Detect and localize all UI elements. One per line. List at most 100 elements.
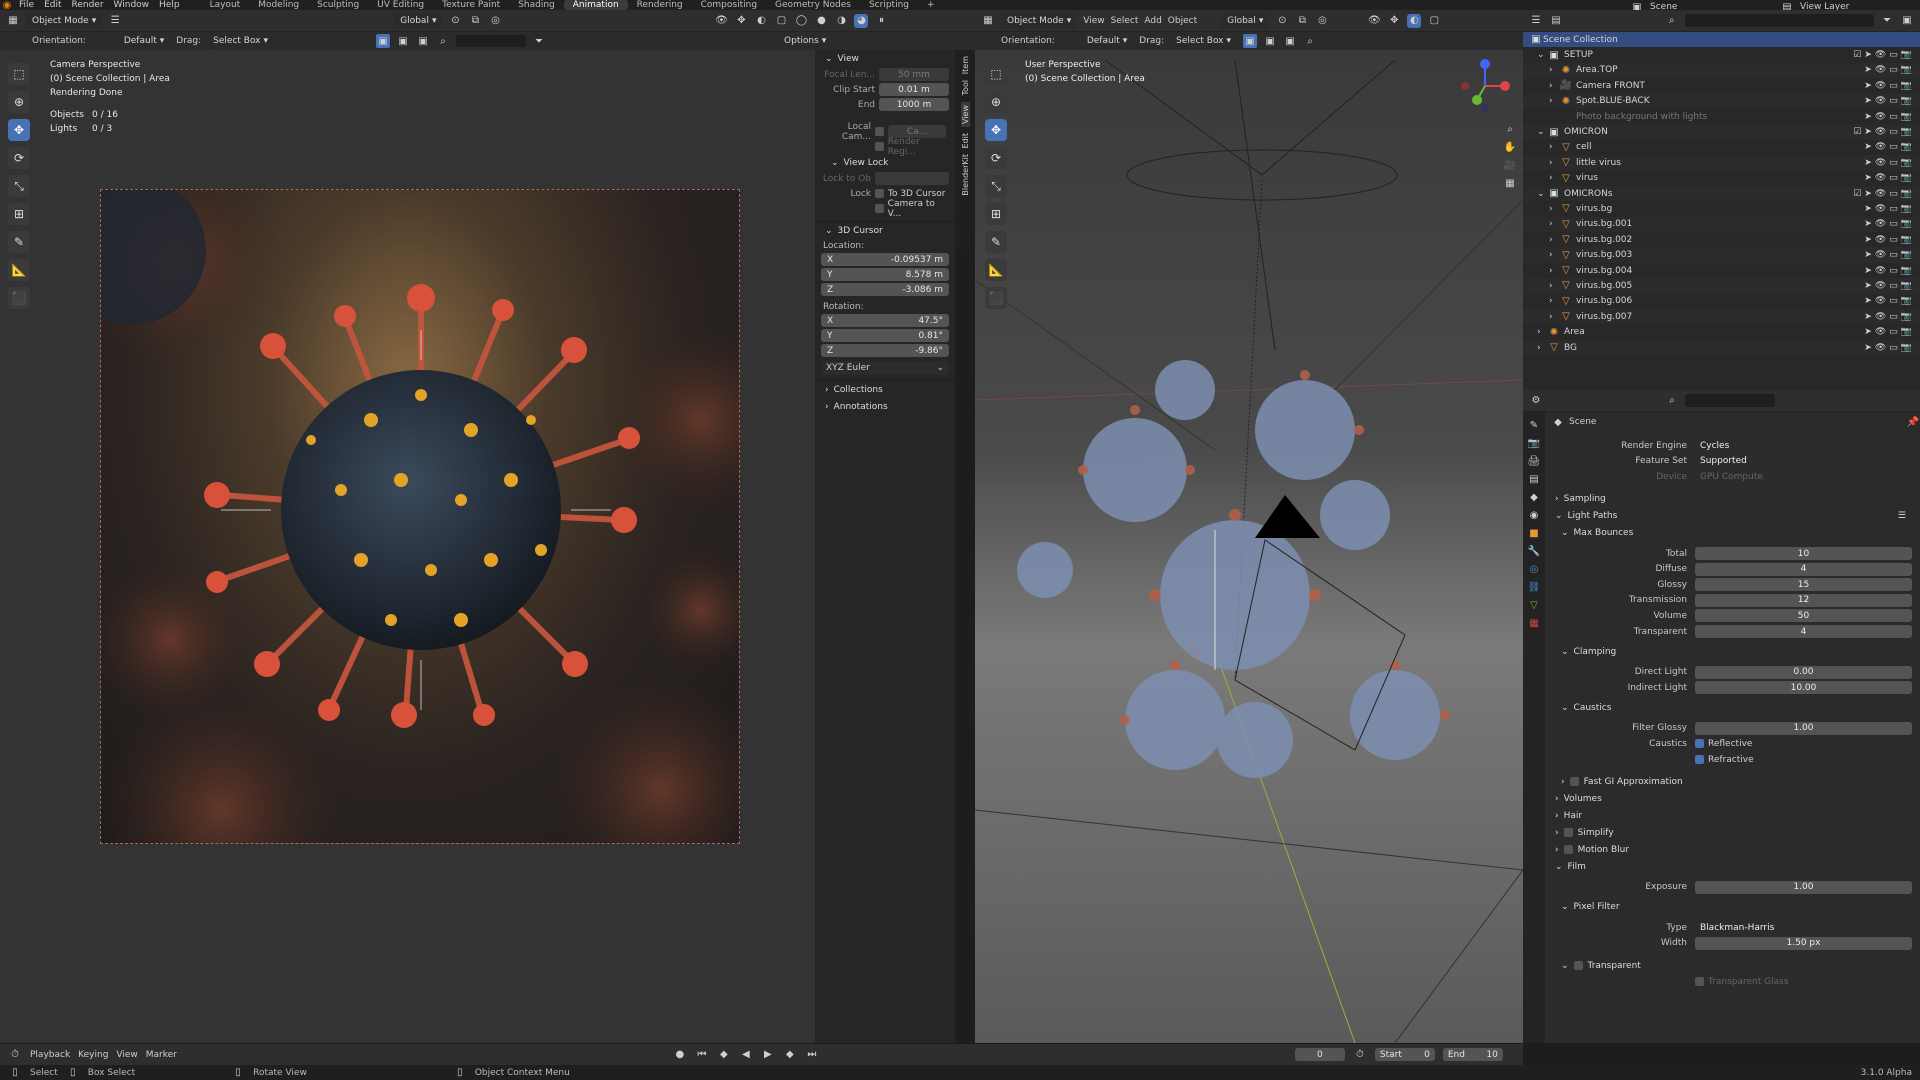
select-arrow-icon[interactable]: ➤ xyxy=(1864,219,1872,229)
cursor-tool-icon[interactable]: ⊕ xyxy=(8,91,30,113)
camera-render-icon[interactable]: 📷 xyxy=(1901,158,1912,168)
overlay-icon[interactable]: ◐ xyxy=(1407,13,1422,28)
right-mode-dropdown[interactable]: Object Mode ▾ xyxy=(1001,12,1078,29)
monitor-icon[interactable]: ▭ xyxy=(1889,127,1898,137)
cursor-rotation-z[interactable]: Z -9.86° xyxy=(821,344,949,357)
zoom-icon[interactable]: ⌕ xyxy=(1503,122,1517,136)
select-arrow-icon[interactable]: ➤ xyxy=(1864,327,1872,337)
left-drag-dropdown[interactable]: Select Box ▾ xyxy=(207,33,275,49)
eye-icon[interactable]: 👁 xyxy=(1875,250,1886,260)
proportional-edit-icon[interactable]: ◎ xyxy=(488,14,502,28)
view-lock-header[interactable]: ⌄ View Lock xyxy=(815,154,955,171)
outliner-row[interactable]: ⌄ ▣ OMICRON ☑ ➤ 👁 ▭ 📷 xyxy=(1523,124,1920,140)
outliner-row[interactable]: Photo background with lights ☑➤👁▭📷 xyxy=(1523,109,1920,124)
eye-icon[interactable]: 👁 xyxy=(1875,50,1886,60)
select-subtract-icon[interactable]: ▣ xyxy=(416,34,430,48)
camera-render-icon[interactable]: 📷 xyxy=(1901,204,1912,214)
menu-render[interactable]: Render xyxy=(67,0,109,10)
camera-render-icon[interactable]: 📷 xyxy=(1901,219,1912,229)
select-arrow-icon[interactable]: ➤ xyxy=(1864,296,1872,306)
cursor-location-z[interactable]: Z -3.086 m xyxy=(821,283,949,296)
menu-add[interactable]: Add xyxy=(1144,16,1161,26)
camera-render-icon[interactable]: 📷 xyxy=(1901,189,1912,199)
sampling-panel[interactable]: › Sampling xyxy=(1545,491,1920,508)
monitor-icon[interactable]: ▭ xyxy=(1889,235,1898,245)
add-workspace-icon[interactable]: + xyxy=(918,0,944,10)
indirect-light-field[interactable]: 10.00 xyxy=(1695,681,1912,695)
left-mode-dropdown[interactable]: Object Mode ▾ xyxy=(26,12,103,29)
end-frame-field[interactable]: End 10 xyxy=(1442,1048,1503,1061)
outliner-row[interactable]: ⌄ ▣ SETUP ☑ ➤ 👁 ▭ 📷 xyxy=(1523,47,1920,62)
3d-cursor-header[interactable]: ⌄ 3D Cursor xyxy=(815,222,955,239)
add-cube-tool-icon[interactable]: ⬛ xyxy=(8,287,30,309)
snap-icon[interactable]: ⧉ xyxy=(468,14,482,28)
filter-glossy-field[interactable]: 1.00 xyxy=(1695,721,1912,735)
annotate-tool-icon[interactable]: ✎ xyxy=(985,231,1007,253)
snap-icon[interactable]: ⧉ xyxy=(1295,14,1309,28)
focal-length-field[interactable]: 50 mm xyxy=(879,68,949,81)
select-arrow-icon[interactable]: ➤ xyxy=(1864,281,1872,291)
eye-icon[interactable]: 👁 xyxy=(1875,343,1886,353)
camera-to-view-checkbox[interactable] xyxy=(875,204,884,213)
feature-set-dropdown[interactable]: Supported xyxy=(1695,454,1912,468)
render-engine-dropdown[interactable]: Cycles xyxy=(1695,439,1912,453)
chevron-down-icon[interactable]: ⌄ xyxy=(1537,50,1547,60)
chevron-right-icon[interactable]: › xyxy=(1549,142,1559,152)
grid-perspective-icon[interactable]: ▦ xyxy=(1503,176,1517,190)
rotate-tool-icon[interactable]: ⟳ xyxy=(985,147,1007,169)
select-mode-icon[interactable]: ▣ xyxy=(1243,34,1258,48)
tab-layout[interactable]: Layout xyxy=(201,0,250,10)
options-dropdown[interactable]: Options ▾ xyxy=(778,33,833,49)
tab-sculpting[interactable]: Sculpting xyxy=(308,0,368,10)
camera-render-icon[interactable]: 📷 xyxy=(1901,235,1912,245)
world-tab-icon[interactable]: ◉ xyxy=(1527,508,1541,522)
camera-render-icon[interactable]: 📷 xyxy=(1901,65,1912,75)
chevron-right-icon[interactable]: › xyxy=(1549,312,1559,322)
eye-icon[interactable]: 👁 xyxy=(1875,235,1886,245)
caustics-panel[interactable]: ⌄ Caustics xyxy=(1545,700,1920,717)
camera-render-icon[interactable]: 📷 xyxy=(1901,81,1912,91)
modifier-tab-icon[interactable]: 🔧 xyxy=(1527,544,1541,558)
chevron-right-icon[interactable]: › xyxy=(1549,266,1559,276)
tab-animation[interactable]: Animation xyxy=(563,0,628,10)
eye-icon[interactable]: 👁 xyxy=(1875,96,1886,106)
camera-view-icon[interactable]: 🎥 xyxy=(1503,158,1517,172)
tab-shading[interactable]: Shading xyxy=(509,0,564,10)
select-arrow-icon[interactable]: ➤ xyxy=(1864,204,1872,214)
monitor-icon[interactable]: ▭ xyxy=(1889,189,1898,199)
motion-blur-panel[interactable]: › Motion Blur xyxy=(1545,841,1920,858)
outliner-row[interactable]: ›▽ virus.bg.006 ☑➤👁▭📷 xyxy=(1523,294,1920,309)
monitor-icon[interactable]: ▭ xyxy=(1889,50,1898,60)
chevron-down-icon[interactable]: ⌄ xyxy=(1537,127,1547,137)
move-tool-icon[interactable]: ✥ xyxy=(8,119,30,141)
scale-tool-icon[interactable]: ⤡ xyxy=(8,175,30,197)
chevron-right-icon[interactable]: › xyxy=(1549,219,1559,229)
chevron-right-icon[interactable]: › xyxy=(1549,65,1559,75)
outliner-row[interactable]: ›🎥Camera FRONT ☑➤👁▭📷 xyxy=(1523,78,1920,93)
eye-icon[interactable]: 👁 xyxy=(1875,281,1886,291)
gizmo-icon[interactable]: ✥ xyxy=(734,14,748,28)
add-cube-tool-icon[interactable]: ⬛ xyxy=(985,287,1007,309)
jump-end-icon[interactable]: ⏭ xyxy=(805,1048,819,1062)
camera-render-icon[interactable]: 📷 xyxy=(1901,127,1912,137)
render-region-checkbox[interactable] xyxy=(875,142,884,151)
chevron-right-icon[interactable]: › xyxy=(1549,158,1559,168)
play-reverse-icon[interactable]: ◀ xyxy=(739,1048,753,1062)
search-icon[interactable]: ⌕ xyxy=(1665,14,1679,28)
list-icon[interactable]: ☰ xyxy=(1898,511,1906,521)
outliner-row[interactable]: ›▽ virus.bg ☑➤👁▭📷 xyxy=(1523,201,1920,216)
select-arrow-icon[interactable]: ➤ xyxy=(1864,65,1872,75)
select-arrow-icon[interactable]: ➤ xyxy=(1864,96,1872,106)
transparent-checkbox[interactable] xyxy=(1573,961,1583,971)
chevron-right-icon[interactable]: › xyxy=(1549,96,1559,106)
device-dropdown[interactable]: GPU Compute xyxy=(1695,470,1912,484)
chevron-right-icon[interactable]: › xyxy=(1549,173,1559,183)
camera-render-icon[interactable]: 📷 xyxy=(1901,327,1912,337)
monitor-icon[interactable]: ▭ xyxy=(1889,296,1898,306)
texture-tab-icon[interactable]: ▦ xyxy=(1527,616,1541,630)
reflective-checkbox[interactable] xyxy=(1695,739,1704,749)
chevron-right-icon[interactable]: › xyxy=(1549,81,1559,91)
diffuse-bounces-field[interactable]: 4 xyxy=(1695,562,1912,576)
filter-icon[interactable]: ⏷ xyxy=(532,34,546,48)
outliner-search-input[interactable] xyxy=(1684,14,1875,27)
